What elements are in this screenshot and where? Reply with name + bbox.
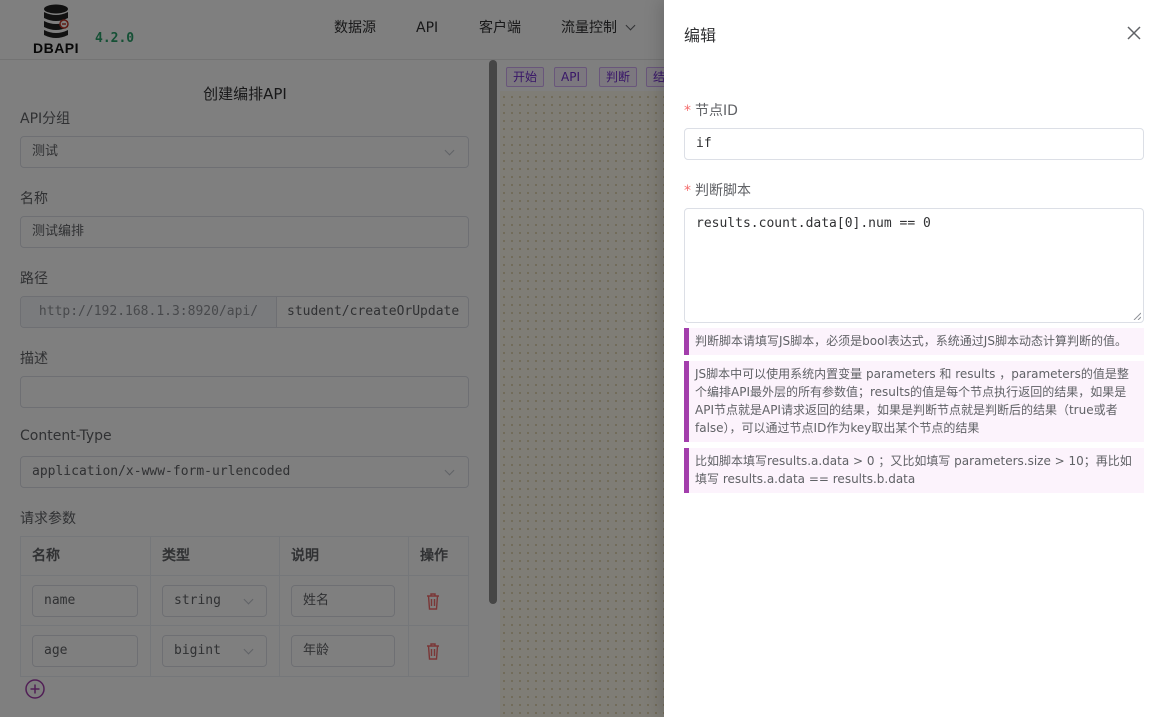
tip-script-format: 判断脚本请填写JS脚本，必须是bool表达式，系统通过JS脚本动态计算判断的值。	[684, 328, 1144, 355]
script-label-text: 判断脚本	[695, 183, 751, 199]
tip-variables: JS脚本中可以使用系统内置变量 parameters 和 results ，pa…	[684, 361, 1144, 442]
tip-examples: 比如脚本填写results.a.data > 0 ；又比如填写 paramete…	[684, 448, 1144, 493]
page: DBAPI 4.2.0 数据源 API 客户端 流量控制 创建编排API API…	[0, 0, 1164, 717]
script-textarea[interactable]: results.count.data[0].num == 0	[684, 208, 1144, 323]
required-mark: *	[684, 103, 691, 119]
node-id-label: * 节点ID	[684, 100, 738, 120]
script-label: * 判断脚本	[684, 180, 751, 200]
close-icon[interactable]	[1126, 25, 1142, 41]
node-id-input[interactable]: if	[684, 128, 1144, 160]
script-value: results.count.data[0].num == 0	[696, 216, 931, 231]
drawer-title: 编辑	[684, 26, 717, 45]
required-mark: *	[684, 183, 691, 199]
node-id-label-text: 节点ID	[695, 103, 738, 119]
edit-drawer: 编辑 * 节点ID if * 判断脚本 results.count.data[0].…	[664, 0, 1164, 717]
resize-handle-icon[interactable]	[1133, 312, 1141, 320]
